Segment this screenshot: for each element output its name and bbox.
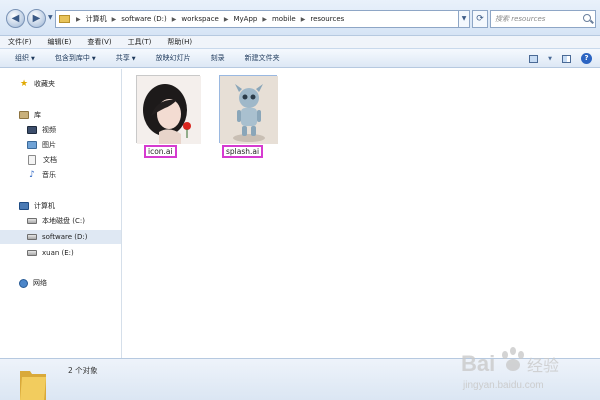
chevron-down-icon: ▼ [131,56,136,62]
star-icon: ★ [19,79,29,89]
help-icon[interactable]: ? [581,53,592,64]
breadcrumb-mobile[interactable]: mobile [272,15,296,23]
file-item[interactable]: icon.ai [134,75,202,161]
burn-button[interactable]: 刻录 [211,53,225,63]
nav-libraries[interactable]: 库 [0,108,121,122]
breadcrumb-separator[interactable]: ▶ [76,16,81,23]
file-name[interactable]: icon.ai [144,145,177,158]
organize-label: 组织 [15,54,29,62]
slideshow-button[interactable]: 放映幻灯片 [156,53,191,63]
refresh-icon: ⟳ [476,14,484,24]
search-placeholder: 搜索 resources [495,15,546,23]
share-label: 共享 [115,54,130,62]
arrow-left-icon: ◀ [11,13,20,24]
file-name[interactable]: splash.ai [222,145,264,158]
nav-favorites[interactable]: ★ 收藏夹 [0,77,121,91]
recent-pages-dropdown[interactable]: ▼ [48,14,53,21]
chevron-down-icon: ▼ [31,56,35,62]
library-icon [19,111,29,119]
nav-drive-c[interactable]: 本地磁盘 (C:) [0,214,121,228]
breadcrumb-computer[interactable]: 计算机 [86,14,107,24]
nav-favorites-label: 收藏夹 [34,80,55,88]
video-library-icon [27,126,37,134]
menu-tools[interactable]: 工具(T) [128,37,152,47]
search-icon[interactable] [583,14,591,22]
menu-bar: 文件(F) 编辑(E) 查看(V) 工具(T) 帮助(H) [0,36,600,48]
arrow-right-icon: ▶ [32,13,41,24]
menu-edit[interactable]: 编辑(E) [48,37,72,47]
menu-help[interactable]: 帮助(H) [167,37,192,47]
nav-drive-d[interactable]: software (D:) [0,230,121,244]
nav-documents[interactable]: 文档 [0,153,121,167]
nav-drive-c-label: 本地磁盘 (C:) [42,217,85,225]
drive-icon [27,218,37,224]
baidu-jingyan-watermark: Bai 经验 jingyan.baidu.com [461,347,559,391]
nav-drive-e-label: xuan (E:) [42,249,74,257]
nav-drive-d-label: software (D:) [42,233,88,241]
command-bar: 组织 ▼ 包含到库中 ▼ 共享 ▼ 放映幻灯片 刻录 新建文件夹 ▼ ? [0,48,600,68]
portrait-thumbnail-image [137,76,201,144]
nav-pictures-label: 图片 [42,141,56,149]
breadcrumb-separator[interactable]: ▶ [172,16,177,23]
view-options-dropdown[interactable]: ▼ [548,56,552,62]
robot-thumbnail-image [220,76,278,144]
nav-computer[interactable]: 计算机 [0,199,121,213]
preview-pane-icon[interactable] [562,54,571,63]
menu-view[interactable]: 查看(V) [87,37,111,47]
menu-file[interactable]: 文件(F) [8,37,32,47]
address-history-dropdown[interactable]: ▼ [459,10,470,28]
nav-videos-label: 视频 [42,126,56,134]
picture-library-icon [27,141,37,149]
breadcrumb-resources[interactable]: resources [310,15,344,23]
back-button[interactable]: ◀ [6,9,25,28]
folder-icon [59,15,70,23]
network-icon [19,278,28,288]
include-library-label: 包含到库中 [54,54,90,62]
folder-icon [20,371,46,400]
breadcrumb-myapp[interactable]: MyApp [233,15,257,23]
breadcrumb-separator[interactable]: ▶ [112,16,117,23]
computer-icon [19,202,29,210]
file-thumbnail[interactable] [219,75,278,144]
nav-documents-label: 文档 [43,156,57,164]
chevron-down-icon: ▼ [91,56,96,62]
breadcrumb-workspace[interactable]: workspace [181,15,218,23]
nav-music-label: 音乐 [42,171,56,179]
search-input[interactable]: 搜索 resources [490,10,596,28]
new-folder-button[interactable]: 新建文件夹 [245,53,280,63]
svg-text:jingyan.baidu.com: jingyan.baidu.com [462,380,544,391]
file-item[interactable]: splash.ai [208,75,278,161]
music-library-icon: ♪ [29,170,35,180]
breadcrumb-separator[interactable]: ▶ [262,16,267,23]
nav-network-label: 网络 [33,279,47,287]
address-bar-row: ◀ ▶ ▼ ▶ 计算机 ▶ software (D:) ▶ workspace … [0,0,600,36]
item-count: 2 个对象 [68,366,98,375]
nav-libraries-label: 库 [34,111,41,119]
include-in-library-button[interactable]: 包含到库中 ▼ [55,53,96,63]
nav-music[interactable]: ♪ 音乐 [0,168,121,182]
drive-icon [27,250,37,256]
refresh-button[interactable]: ⟳ [472,10,488,28]
organize-button[interactable]: 组织 ▼ [15,53,35,63]
view-controls: ▼ ? [529,53,592,64]
nav-network[interactable]: 网络 [0,276,121,290]
breadcrumb-drive[interactable]: software (D:) [121,15,167,23]
svg-text:经验: 经验 [527,356,559,375]
file-thumbnail[interactable] [136,75,201,144]
address-bar[interactable]: ▶ 计算机 ▶ software (D:) ▶ workspace ▶ MyAp… [55,10,459,28]
nav-pictures[interactable]: 图片 [0,138,121,152]
document-library-icon [28,155,36,165]
breadcrumb-separator[interactable]: ▶ [301,16,306,23]
navigation-pane: ★ 收藏夹 库 视频 图片 文档 ♪ 音乐 计算机 本地磁盘 (C:) soft… [0,69,122,358]
drive-icon [27,234,37,240]
nav-videos[interactable]: 视频 [0,123,121,137]
svg-text:Bai: Bai [461,351,495,376]
nav-computer-label: 计算机 [34,202,55,210]
breadcrumb-separator[interactable]: ▶ [224,16,229,23]
change-view-icon[interactable] [529,54,539,63]
forward-button[interactable]: ▶ [27,9,46,28]
file-list: icon.ai splash.ai [122,69,600,358]
nav-drive-e[interactable]: xuan (E:) [0,246,121,260]
share-button[interactable]: 共享 ▼ [116,53,136,63]
